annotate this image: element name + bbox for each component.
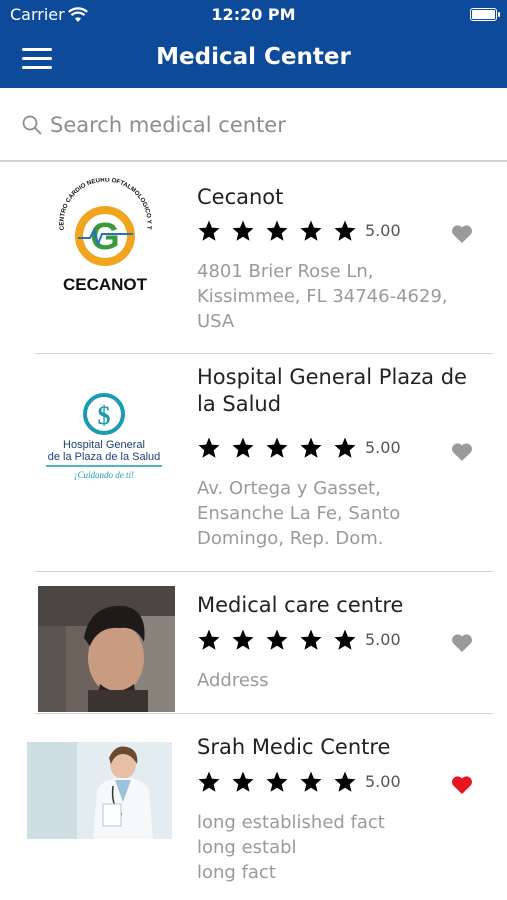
hospital-plaza-logo: $ Hospital General de la Plaza de la Sal… <box>42 392 167 492</box>
star-icon <box>299 219 323 247</box>
rating-value: 5.00 <box>365 772 401 791</box>
svg-text:$: $ <box>98 401 111 430</box>
star-icon <box>333 628 357 656</box>
rating-value: 5.00 <box>365 221 401 240</box>
favorite-heart-icon[interactable] <box>451 442 473 466</box>
page-title: Medical Center <box>156 44 351 70</box>
star-rating: 5.00 <box>197 219 437 245</box>
navigation-bar: Medical Center <box>0 30 507 88</box>
logo-text: CECANOT <box>63 275 148 294</box>
center-name: Medical care centre <box>197 593 404 617</box>
center-photo <box>27 742 172 839</box>
search-input[interactable] <box>50 108 480 142</box>
cecanot-logo: G CENTRO CARDIO NEURO OFTALMOLOGICO Y TR… <box>48 178 163 303</box>
center-address: Av. Ortega y Gasset, Ensanche La Fe, San… <box>197 478 401 549</box>
center-address: Address <box>197 670 269 691</box>
star-icon <box>231 436 255 464</box>
star-icon <box>265 628 289 656</box>
list-item[interactable]: Srah Medic Centre 5.00 long established … <box>0 714 507 900</box>
list-item[interactable]: $ Hospital General de la Plaza de la Sal… <box>0 354 507 572</box>
star-rating: 5.00 <box>197 628 437 654</box>
star-icon <box>299 628 323 656</box>
center-name: Cecanot <box>197 185 284 209</box>
favorite-heart-icon[interactable] <box>451 633 473 657</box>
list-item[interactable]: G CENTRO CARDIO NEURO OFTALMOLOGICO Y TR… <box>0 164 507 354</box>
star-icon <box>299 436 323 464</box>
battery-icon <box>470 8 500 21</box>
star-icon <box>299 770 323 798</box>
list-item[interactable]: Medical care centre 5.00 Address <box>0 572 507 712</box>
logo-text-line-2: de la Plaza de la Salud <box>48 451 161 463</box>
star-icon <box>197 219 221 247</box>
star-icon <box>197 628 221 656</box>
star-rating: 5.00 <box>197 770 437 796</box>
star-icon <box>197 770 221 798</box>
clock-time: 12:20 PM <box>211 5 296 24</box>
center-name: Hospital General Plaza de la Salud <box>197 365 467 416</box>
logo-tagline: ¡Cuidando de ti! <box>74 470 134 480</box>
center-name: Srah Medic Centre <box>197 735 391 759</box>
logo-text-line-1: Hospital General <box>63 439 145 451</box>
search-icon <box>22 115 42 139</box>
rating-value: 5.00 <box>365 438 401 457</box>
star-icon <box>265 219 289 247</box>
svg-text:G: G <box>90 216 120 258</box>
star-icon <box>231 628 255 656</box>
star-icon <box>333 219 357 247</box>
star-icon <box>231 219 255 247</box>
center-address: long established fact long establ long f… <box>197 812 385 883</box>
center-photo <box>38 586 175 712</box>
search-bar <box>0 88 507 162</box>
star-icon <box>265 436 289 464</box>
rating-value: 5.00 <box>365 630 401 649</box>
star-rating: 5.00 <box>197 436 437 462</box>
favorite-heart-icon[interactable] <box>451 224 473 248</box>
star-icon <box>231 770 255 798</box>
star-icon <box>197 436 221 464</box>
center-address: 4801 Brier Rose Ln, Kissimmee, FL 34746-… <box>197 261 448 332</box>
status-bar: Carrier 12:20 PM <box>0 0 507 30</box>
star-icon <box>333 436 357 464</box>
favorite-heart-icon[interactable] <box>451 775 473 799</box>
star-icon <box>265 770 289 798</box>
star-icon <box>333 770 357 798</box>
